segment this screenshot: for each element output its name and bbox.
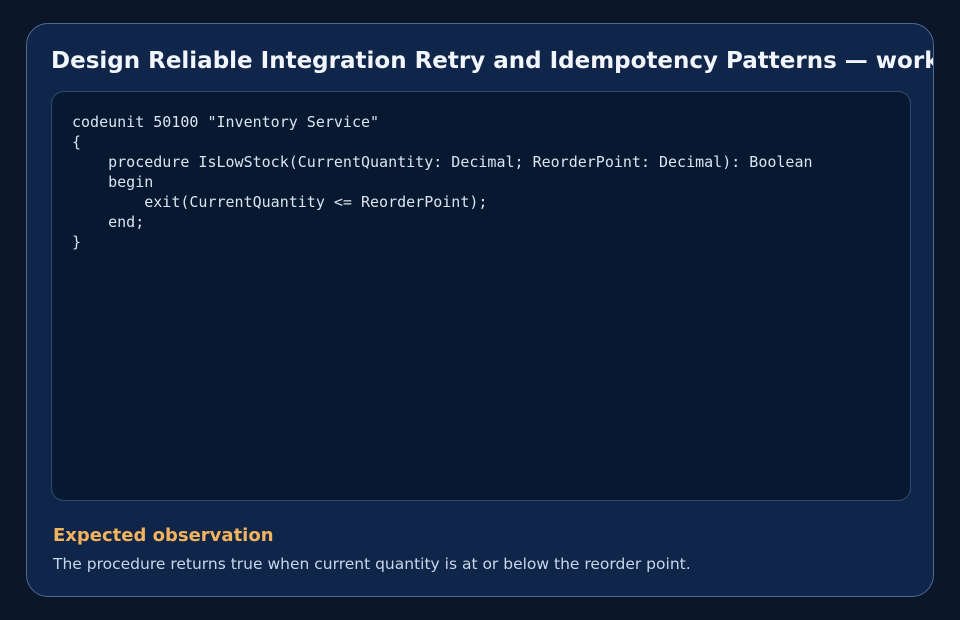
code-line: begin xyxy=(72,173,154,191)
code-line: } xyxy=(72,233,82,251)
code-line: end; xyxy=(72,213,145,231)
observation-text: The procedure returns true when current … xyxy=(53,555,691,573)
code-panel: codeunit 50100 "Inventory Service" { pro… xyxy=(51,91,911,501)
code-line: exit(CurrentQuantity <= ReorderPoint); xyxy=(72,193,488,211)
observation-label: Expected observation xyxy=(53,525,274,546)
code-line: codeunit 50100 "Inventory Service" xyxy=(72,113,380,131)
code-line: procedure IsLowStock(CurrentQuantity: De… xyxy=(72,153,813,171)
code-block: codeunit 50100 "Inventory Service" { pro… xyxy=(72,112,813,252)
code-line: { xyxy=(72,133,82,151)
card-title: Design Reliable Integration Retry and Id… xyxy=(51,48,933,74)
example-card: Design Reliable Integration Retry and Id… xyxy=(26,23,934,597)
